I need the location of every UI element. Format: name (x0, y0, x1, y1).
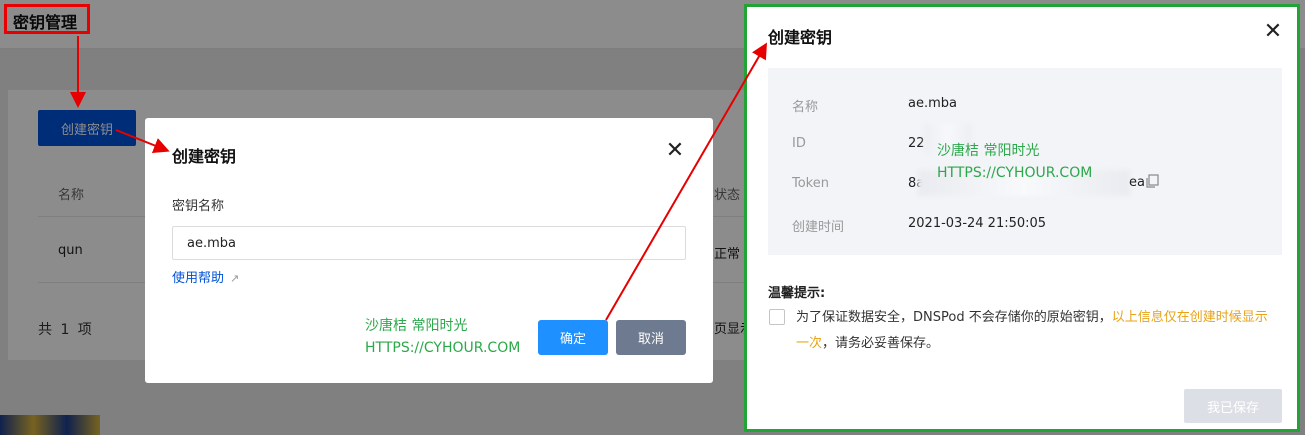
confirm-checkbox[interactable] (769, 309, 785, 325)
tips-tail: ，请务必妥善保存。 (822, 336, 940, 351)
key-name-label: 密钥名称 (172, 199, 225, 214)
confirm-button[interactable]: 确定 (538, 320, 608, 355)
cancel-button[interactable]: 取消 (616, 320, 686, 355)
watermark-line2: HTTPS://CYHOUR.COM (937, 165, 1093, 181)
key-name-input[interactable] (172, 226, 686, 260)
field-value-created: 2021-03-24 21:50:05 (908, 216, 1047, 231)
create-key-dialog: 创建密钥 ✕ 密钥名称 使用帮助 ↗ 沙唐桔 常阳时光 HTTPS://CYHOU… (145, 118, 713, 383)
field-key-name: 名称 (792, 100, 819, 115)
tips-body: 为了保证数据安全，DNSPod 不会存储你的原始密钥， (796, 310, 1112, 325)
field-value-token-end: ea (1129, 175, 1145, 190)
external-link-icon: ↗ (230, 272, 240, 285)
watermark-line2: HTTPS://CYHOUR.COM (365, 340, 521, 356)
tips-text: 为了保证数据安全，DNSPod 不会存储你的原始密钥，以上信息仅在创建时候显示一… (796, 305, 1276, 357)
watermark: 沙唐桔 常阳时光 HTTPS://CYHOUR.COM (937, 140, 1092, 184)
tips-title: 温馨提示: (768, 286, 826, 301)
field-key-token: Token (792, 176, 829, 191)
field-value-id: 22 (908, 136, 925, 151)
panel-title: 创建密钥 (768, 28, 833, 47)
watermark-line1: 沙唐桔 常阳时光 (937, 143, 1040, 159)
key-result-panel: 创建密钥 ✕ 名称 ae.mba ID 22 Token 8a ea 创建时间 … (744, 4, 1300, 432)
watermark: 沙唐桔 常阳时光 HTTPS://CYHOUR.COM (365, 315, 520, 359)
dialog-title: 创建密钥 (172, 147, 237, 166)
highlight-box (4, 4, 90, 34)
watermark-line1: 沙唐桔 常阳时光 (365, 318, 468, 334)
close-icon[interactable]: ✕ (1262, 21, 1284, 43)
copy-icon[interactable] (1145, 174, 1160, 189)
help-link[interactable]: 使用帮助 ↗ (172, 267, 239, 286)
field-value-name: ae.mba (908, 96, 957, 111)
help-link-label: 使用帮助 (172, 271, 225, 286)
close-icon[interactable]: ✕ (664, 140, 686, 162)
key-info-box: 名称 ae.mba ID 22 Token 8a ea 创建时间 2021-03… (768, 68, 1282, 255)
saved-button[interactable]: 我已保存 (1184, 389, 1282, 423)
field-key-id: ID (792, 136, 806, 151)
field-key-created: 创建时间 (792, 220, 845, 235)
